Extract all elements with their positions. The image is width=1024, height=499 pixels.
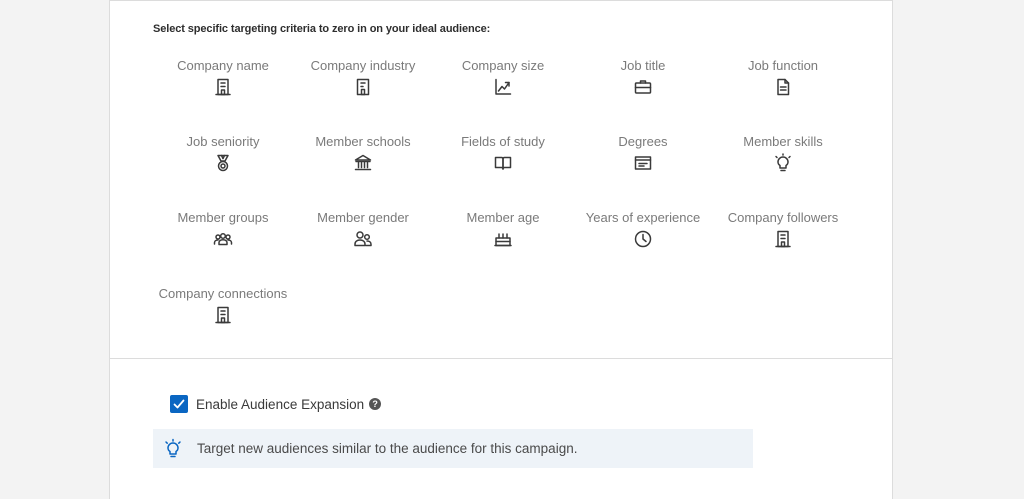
building-icon bbox=[773, 229, 793, 249]
criterion-label: Company name bbox=[177, 58, 269, 73]
cake-icon bbox=[493, 229, 513, 249]
book-icon bbox=[493, 153, 513, 173]
criterion-label: Member schools bbox=[315, 134, 411, 149]
criterion-label: Company connections bbox=[158, 286, 288, 301]
section-divider bbox=[110, 358, 892, 359]
criterion-label: Fields of study bbox=[461, 134, 545, 149]
criterion-member-age[interactable]: Member age bbox=[433, 210, 573, 286]
clock-icon bbox=[633, 229, 653, 249]
criterion-member-groups[interactable]: Member groups bbox=[153, 210, 293, 286]
criterion-company-name[interactable]: Company name bbox=[153, 58, 293, 134]
criterion-job-function[interactable]: Job function bbox=[713, 58, 853, 134]
medal-icon bbox=[213, 153, 233, 173]
audience-expansion-checkbox[interactable] bbox=[170, 395, 188, 413]
lightbulb-icon bbox=[773, 153, 793, 173]
criterion-company-connections[interactable]: Company connections bbox=[153, 286, 293, 362]
criterion-label: Job function bbox=[747, 58, 819, 73]
building-icon bbox=[213, 305, 233, 325]
growth-chart-icon bbox=[493, 77, 513, 97]
criterion-label: Company industry bbox=[310, 58, 416, 73]
criterion-label: Degrees bbox=[618, 134, 668, 149]
certificate-icon bbox=[633, 153, 653, 173]
tip-text: Target new audiences similar to the audi… bbox=[197, 441, 578, 456]
audience-expansion-label[interactable]: Enable Audience Expansion bbox=[196, 397, 364, 412]
group-icon bbox=[213, 229, 233, 249]
criterion-label: Member age bbox=[466, 210, 540, 225]
criterion-label: Company followers bbox=[727, 210, 839, 225]
people-icon bbox=[353, 229, 373, 249]
checkmark-icon bbox=[173, 399, 185, 409]
audience-expansion-tip: Target new audiences similar to the audi… bbox=[153, 429, 753, 468]
help-icon[interactable]: ? bbox=[369, 398, 382, 410]
targeting-panel: Select specific targeting criteria to ze… bbox=[109, 0, 893, 499]
criterion-label: Member skills bbox=[743, 134, 823, 149]
document-icon bbox=[773, 77, 793, 97]
targeting-intro-text: Select specific targeting criteria to ze… bbox=[153, 23, 491, 35]
lightbulb-icon bbox=[163, 438, 183, 460]
criteria-grid: Company name Company industry Company si… bbox=[153, 58, 853, 362]
criterion-member-gender[interactable]: Member gender bbox=[293, 210, 433, 286]
criterion-label: Company size bbox=[461, 58, 545, 73]
criterion-label: Member groups bbox=[177, 210, 269, 225]
criterion-company-industry[interactable]: Company industry bbox=[293, 58, 433, 134]
criterion-member-schools[interactable]: Member schools bbox=[293, 134, 433, 210]
panel-top-border bbox=[110, 0, 892, 1]
school-icon bbox=[353, 153, 373, 173]
criterion-degrees[interactable]: Degrees bbox=[573, 134, 713, 210]
criterion-company-followers[interactable]: Company followers bbox=[713, 210, 853, 286]
criterion-years-of-experience[interactable]: Years of experience bbox=[573, 210, 713, 286]
industry-icon bbox=[353, 77, 373, 97]
criterion-fields-of-study[interactable]: Fields of study bbox=[433, 134, 573, 210]
criterion-label: Job title bbox=[620, 58, 666, 73]
criterion-label: Member gender bbox=[317, 210, 409, 225]
criterion-member-skills[interactable]: Member skills bbox=[713, 134, 853, 210]
criterion-job-seniority[interactable]: Job seniority bbox=[153, 134, 293, 210]
briefcase-icon bbox=[633, 77, 653, 97]
criterion-label: Years of experience bbox=[585, 210, 701, 225]
criterion-job-title[interactable]: Job title bbox=[573, 58, 713, 134]
criterion-company-size[interactable]: Company size bbox=[433, 58, 573, 134]
criterion-label: Job seniority bbox=[186, 134, 260, 149]
audience-expansion-row: Enable Audience Expansion ? bbox=[170, 395, 382, 413]
building-icon bbox=[213, 77, 233, 97]
